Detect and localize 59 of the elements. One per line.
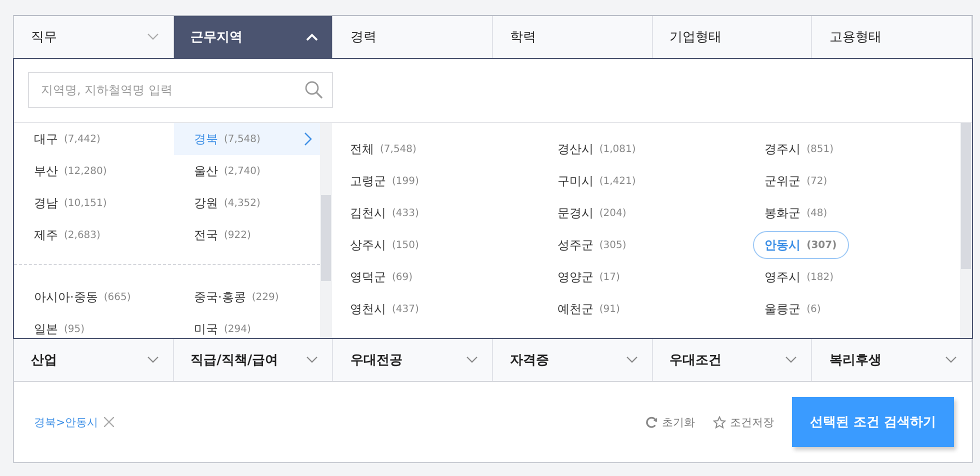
subregion-item[interactable]: 안동시 (307) [752,231,849,259]
subregion-item[interactable]: 문경시 (204) [545,199,638,227]
star-icon [712,416,726,428]
search-icon [305,81,323,99]
filter-tab[interactable]: 고용형태 [812,16,972,58]
subregion-item[interactable]: 울릉군 (6) [752,295,833,323]
selected-filter: 경북>안동시 [34,414,98,430]
subregion-item[interactable]: 경산시 (1,081) [545,135,648,163]
subregion-item[interactable]: 김천시 (433) [338,199,431,227]
search-field[interactable]: 지역명, 지하철역명 입력 [28,72,333,108]
subregion-item[interactable]: 성주군 (305) [545,231,638,259]
region-item[interactable]: 일본 (95) [14,313,174,338]
region-item[interactable]: 대구 (7,442) [14,123,174,155]
subregion-item[interactable]: 영주시 (182) [752,263,846,291]
filter-tab[interactable]: 우대전공 [333,339,493,381]
subregion-item[interactable]: 영양군 (17) [545,263,632,291]
region-item[interactable]: 강원 (4,352) [174,187,320,219]
region-item[interactable]: 경남 (10,151) [14,187,174,219]
region-item[interactable]: 울산 (2,740) [174,155,320,187]
subregion-item[interactable]: 군위군 (72) [752,167,840,195]
subregion-item[interactable]: 구미시 (1,421) [545,167,648,195]
chevron-down-icon [945,356,957,364]
chevron-down-icon [466,356,478,364]
region-item[interactable]: 중국·홍콩 (229) [174,281,320,313]
filter-tab[interactable]: 자격증 [493,339,653,381]
filter-tab[interactable]: 경력 [333,16,493,58]
chevron-down-icon [146,33,159,41]
refresh-icon [644,416,658,428]
region-item[interactable]: 미국 (294) [174,313,320,338]
region-item[interactable]: 전국 (922) [174,219,320,251]
filter-tab[interactable]: 복리후생 [812,339,972,381]
chevron-down-icon [146,356,159,364]
subregion-item[interactable]: 전체 (7,548) [338,135,428,163]
filter-tab[interactable]: 학력 [493,16,653,58]
subregion-item[interactable]: 영천시 (437) [338,295,431,323]
reset-button[interactable]: 초기화 [644,414,695,430]
chevron-down-icon [626,356,638,364]
chevron-up-icon [306,33,318,41]
region-item[interactable]: 아시아·중동 (665) [14,281,174,313]
region-item[interactable]: 부산 (12,280) [14,155,174,187]
scrollbar[interactable] [960,123,972,338]
chevron-down-icon [785,356,798,364]
filter-tab[interactable]: 산업 [14,339,174,381]
subregion-item[interactable]: 영덕군 (69) [338,263,425,291]
subregion-item[interactable]: 예천군 (91) [545,295,632,323]
subregion-item[interactable]: 봉화군 (48) [752,199,840,227]
scrollbar[interactable] [320,123,332,338]
close-icon[interactable] [104,417,114,427]
filter-tab[interactable]: 근무지역 [174,16,334,58]
filter-tab[interactable]: 기업형태 [652,16,812,58]
save-button[interactable]: 조건저장 [712,414,774,430]
chevron-right-icon [304,132,312,146]
subregion-item[interactable]: 상주시 (150) [338,231,431,259]
subregion-item[interactable]: 고령군 (199) [338,167,431,195]
filter-tab[interactable]: 우대조건 [652,339,812,381]
subregion-item[interactable]: 경주시 (851) [752,135,846,163]
region-item[interactable]: 제주 (2,683) [14,219,174,251]
chevron-down-icon [306,356,318,364]
filter-tab[interactable]: 직급/직책/급여 [174,339,334,381]
